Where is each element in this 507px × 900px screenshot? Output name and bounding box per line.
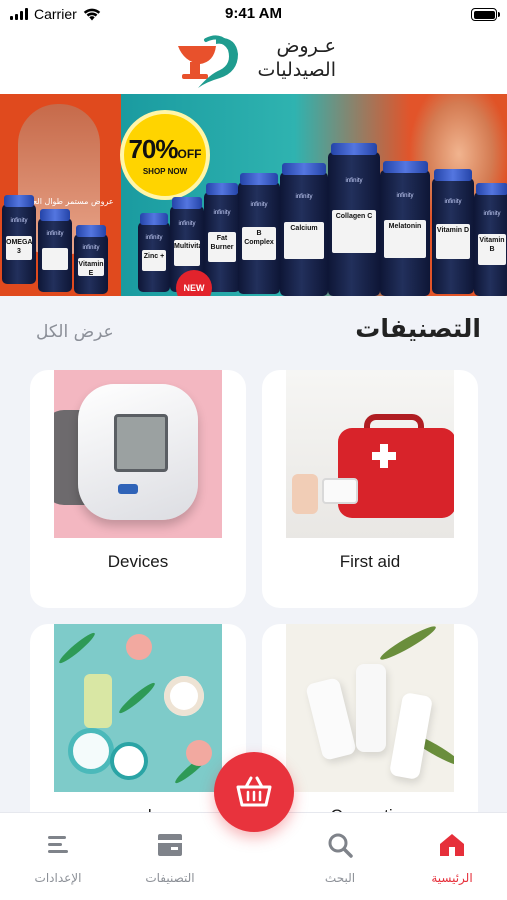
cosmetic-tubes-photo: [286, 624, 454, 792]
shop-now-text: SHOP NOW: [142, 167, 188, 176]
product-jar: infinity Calcium: [280, 163, 328, 296]
product-jar: infinity Zinc +: [138, 213, 170, 292]
clock: 9:41 AM: [225, 5, 282, 22]
nav-label: التصنيفات: [145, 871, 195, 885]
category-card-devices[interactable]: Devices: [30, 370, 246, 608]
category-card-first-aid[interactable]: First aid: [262, 370, 478, 608]
nav-search[interactable]: البحث: [290, 813, 390, 900]
settings-icon: [48, 836, 68, 853]
nav-label: الإعدادات: [34, 871, 82, 885]
product-jar: infinity Vitamin D: [432, 169, 474, 294]
basket-icon: [236, 776, 272, 807]
pharmacy-bowl-logo-icon: [178, 35, 238, 88]
product-jar: infinity Collagen C: [328, 143, 380, 296]
brand-line-1: عـروض: [276, 35, 336, 57]
view-all-link[interactable]: عرض الكل: [36, 322, 114, 342]
banner-tagline: عروض مستمر طوال العام: [26, 197, 114, 206]
product-jar: infinity: [38, 209, 72, 292]
product-jar: infinity B Complex: [238, 173, 280, 294]
nav-settings[interactable]: الإعدادات: [8, 813, 108, 900]
categories-title: التصنيفات: [355, 314, 481, 343]
nav-categories[interactable]: التصنيفات: [120, 813, 220, 900]
promo-banner[interactable]: عروض مستمر طوال العام 70%OFF SHOP NOW in…: [0, 94, 507, 296]
brand-name: عـروض الصيدليات: [258, 34, 336, 82]
nav-home[interactable]: الرئيسية: [402, 813, 502, 900]
brand-logo: عـروض الصيدليات: [176, 30, 336, 92]
nav-label: الرئيسية: [431, 871, 473, 885]
skincare-jars-photo: [54, 624, 222, 792]
battery-icon: [471, 8, 500, 21]
product-jar: infinity Vitamin B: [474, 183, 507, 296]
category-name: Devices: [107, 552, 169, 571]
product-jar: infinity Fat Burner: [204, 183, 240, 292]
product-jar: infinity Melatonin: [380, 161, 430, 296]
status-bar: Carrier 9:41 AM: [0, 0, 507, 30]
product-jar: infinity OMEGA 3: [2, 195, 36, 284]
discount-percent: 70%OFF: [128, 134, 202, 164]
brand-line-2: الصيدليات: [257, 59, 336, 81]
app-header: عـروض الصيدليات: [0, 30, 507, 94]
product-jar: infinity Vitamin E: [74, 225, 108, 294]
first-aid-kit-photo: [286, 370, 454, 538]
category-name: First aid: [339, 552, 401, 571]
home-icon: [440, 834, 464, 856]
blood-pressure-monitor-photo: [54, 370, 222, 538]
search-icon: [328, 833, 353, 858]
categories-icon: [158, 834, 182, 856]
discount-badge: 70%OFF SHOP NOW: [120, 110, 210, 200]
nav-label: البحث: [324, 871, 356, 885]
cart-button[interactable]: [214, 752, 294, 832]
